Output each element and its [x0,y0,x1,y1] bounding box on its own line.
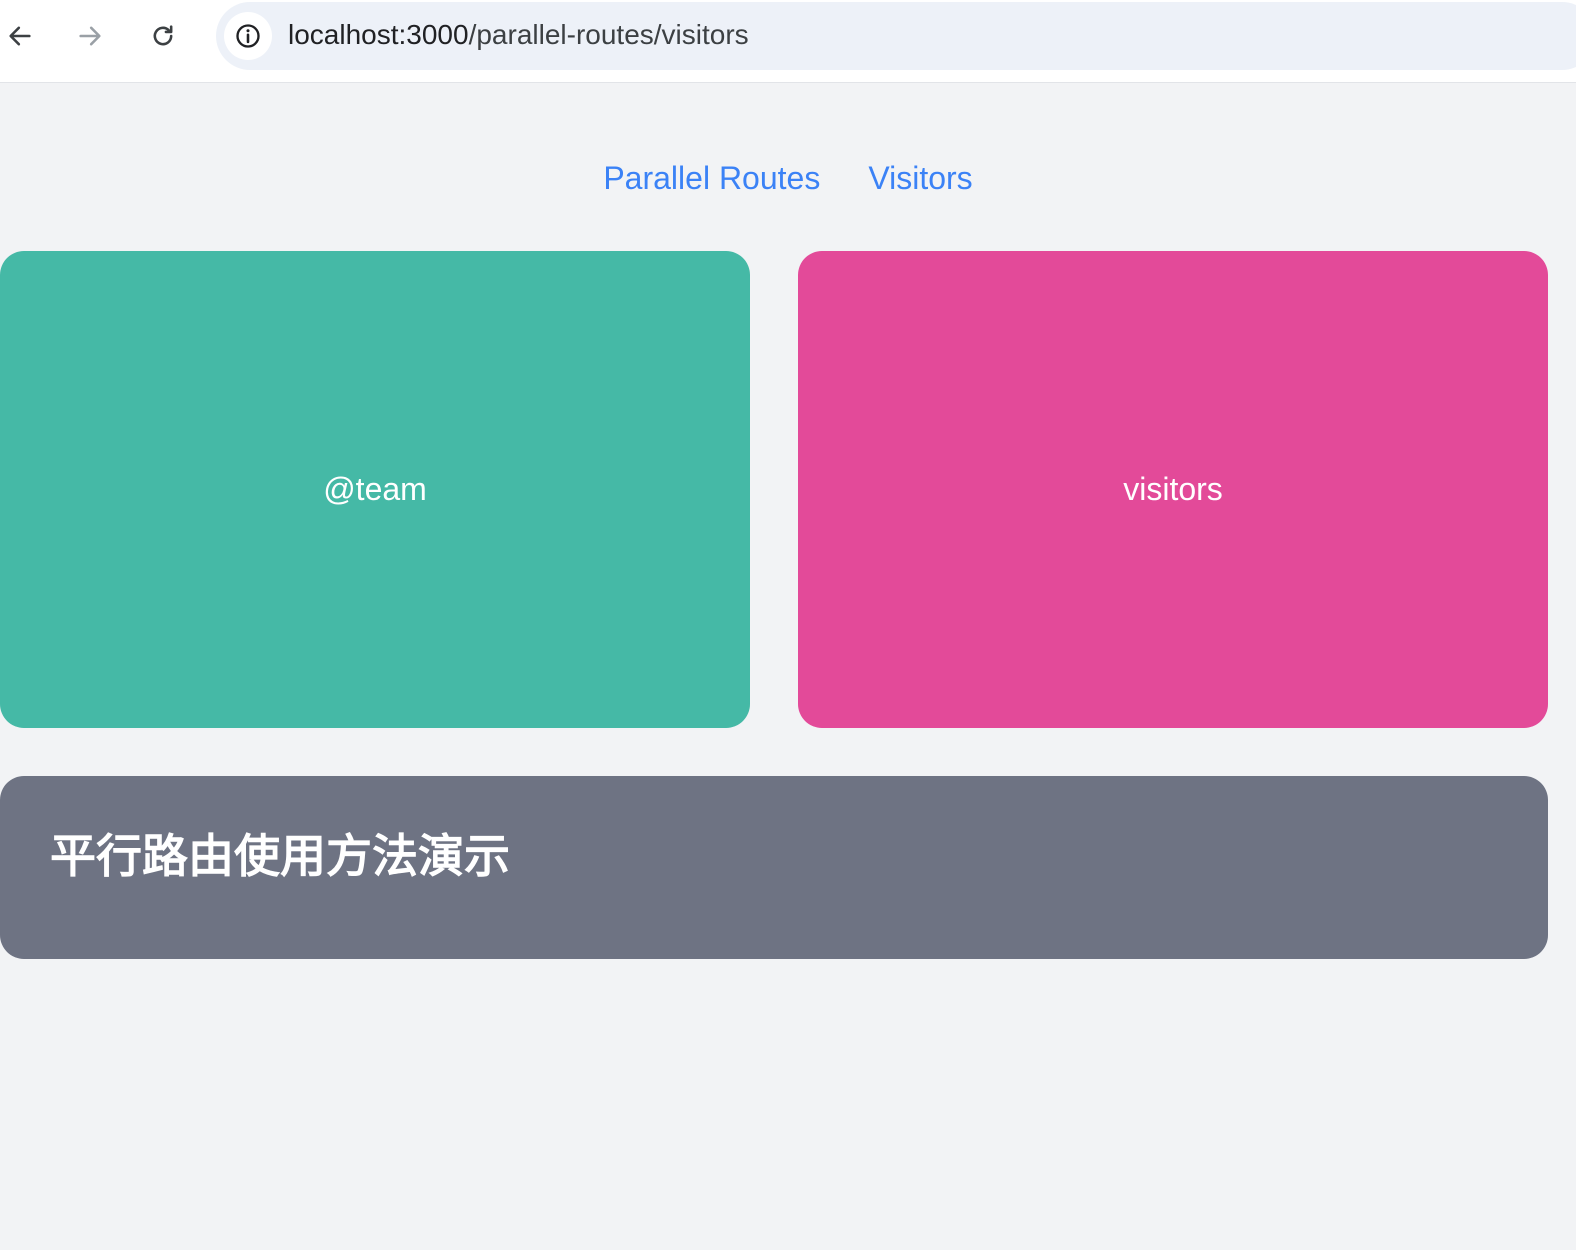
team-panel-label: @team [323,471,427,507]
reload-icon [153,25,173,46]
team-panel: @team [0,251,750,728]
visitors-panel: visitors [798,251,1548,728]
back-button[interactable] [0,14,42,58]
top-navigation: Parallel Routes Visitors [0,158,1576,202]
url-path: /parallel-routes/visitors [468,19,749,50]
nav-link-parallel-routes[interactable]: Parallel Routes [603,158,820,202]
forward-arrow-icon [79,26,101,46]
browser-toolbar: localhost:3000/parallel-routes/visitors [0,0,1576,83]
forward-button[interactable] [68,14,112,58]
visitors-panel-label: visitors [1123,471,1223,507]
nav-link-visitors[interactable]: Visitors [868,158,972,202]
footer-title: 平行路由使用方法演示 [50,830,510,882]
reload-button[interactable] [141,14,185,58]
url-host: localhost:3000 [288,19,469,50]
info-icon [236,24,260,48]
back-arrow-icon [9,26,31,46]
url-text[interactable]: localhost:3000/parallel-routes/visitors [288,19,749,51]
site-info-button[interactable] [224,12,272,60]
address-bar[interactable]: localhost:3000/parallel-routes/visitors [216,2,1576,70]
